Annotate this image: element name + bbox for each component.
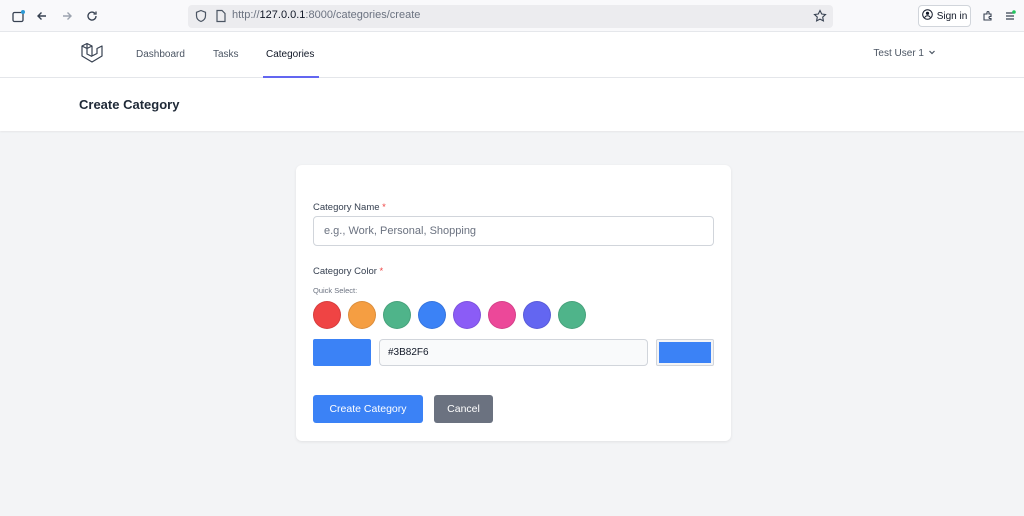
- color-picker[interactable]: [656, 339, 714, 366]
- browser-toolbar: http://127.0.0.1:8000/categories/create …: [0, 0, 1024, 32]
- required-mark: *: [382, 202, 386, 213]
- cancel-button[interactable]: Cancel: [434, 395, 493, 423]
- user-menu[interactable]: Test User 1: [873, 48, 936, 59]
- extensions-icon[interactable]: [978, 6, 998, 26]
- color-preview: [313, 339, 371, 366]
- color-picker-fill: [659, 342, 711, 363]
- category-name-label: Category Name *: [313, 202, 386, 213]
- bookmark-star-icon[interactable]: [813, 9, 827, 28]
- category-name-label-text: Category Name: [313, 202, 380, 213]
- color-swatch[interactable]: [523, 301, 551, 329]
- category-color-label-text: Category Color: [313, 266, 377, 277]
- color-swatch[interactable]: [313, 301, 341, 329]
- sign-in-label: Sign in: [936, 10, 968, 22]
- create-category-card: Category Name * Category Color * Quick S…: [296, 165, 731, 441]
- page-icon: [215, 9, 227, 28]
- page-title: Create Category: [79, 97, 180, 112]
- category-name-input[interactable]: [313, 216, 714, 246]
- nav-link-dashboard[interactable]: Dashboard: [136, 49, 185, 60]
- page-header: Create Category: [0, 78, 1024, 131]
- create-category-button[interactable]: Create Category: [313, 395, 423, 423]
- color-swatch[interactable]: [558, 301, 586, 329]
- account-icon: [921, 9, 933, 23]
- quick-select-label: Quick Select:: [313, 286, 358, 295]
- shield-icon[interactable]: [194, 9, 208, 28]
- menu-icon[interactable]: [1000, 6, 1020, 26]
- color-swatch[interactable]: [383, 301, 411, 329]
- laravel-logo-icon[interactable]: [80, 42, 104, 68]
- color-swatch[interactable]: [488, 301, 516, 329]
- required-mark: *: [379, 266, 384, 277]
- chevron-down-icon: [928, 48, 936, 59]
- color-swatch[interactable]: [453, 301, 481, 329]
- url-path: :8000/categories/create: [305, 9, 421, 21]
- user-name: Test User 1: [873, 48, 924, 59]
- forward-arrow-icon[interactable]: [57, 6, 77, 26]
- color-swatch[interactable]: [418, 301, 446, 329]
- tab-overview-icon[interactable]: [8, 6, 28, 26]
- sign-in-button[interactable]: Sign in: [918, 5, 971, 27]
- hex-color-input[interactable]: [379, 339, 648, 366]
- url-host: 127.0.0.1: [259, 9, 306, 21]
- url-text[interactable]: http://127.0.0.1:8000/categories/create: [232, 9, 420, 21]
- nav-link-tasks[interactable]: Tasks: [213, 49, 239, 60]
- back-arrow-icon[interactable]: [32, 6, 52, 26]
- reload-icon[interactable]: [82, 6, 102, 26]
- color-swatch[interactable]: [348, 301, 376, 329]
- nav-link-categories[interactable]: Categories: [266, 49, 314, 60]
- app-navbar: Dashboard Tasks Categories Test User 1: [0, 32, 1024, 78]
- category-color-label: Category Color *: [313, 266, 383, 277]
- address-bar[interactable]: http://127.0.0.1:8000/categories/create: [188, 5, 833, 28]
- url-scheme: http://: [232, 9, 260, 21]
- color-swatch-list: [313, 301, 586, 329]
